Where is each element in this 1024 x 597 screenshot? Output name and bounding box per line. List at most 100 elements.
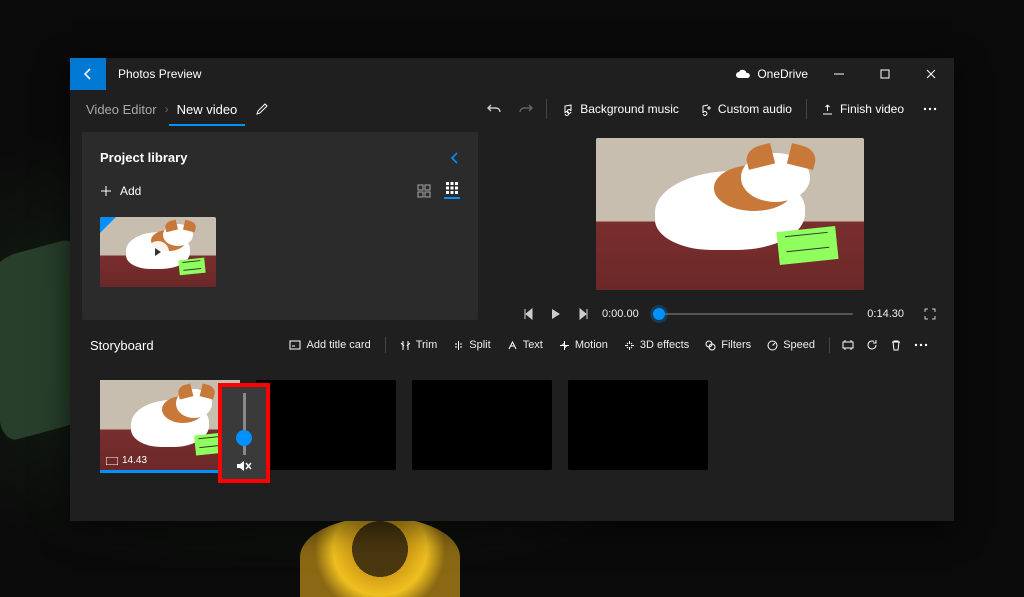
volume-slider-track[interactable] — [243, 393, 246, 455]
storyboard-clip-2[interactable] — [256, 380, 396, 470]
frame-forward-button[interactable] — [576, 308, 588, 320]
grid-large-view-button[interactable] — [444, 183, 460, 199]
audio-plus-icon — [699, 103, 712, 116]
resize-button[interactable] — [836, 332, 860, 358]
library-clip-thumbnail[interactable] — [100, 217, 216, 287]
undo-icon — [487, 102, 501, 116]
trim-icon — [400, 340, 411, 351]
storyboard-clip-4[interactable] — [568, 380, 708, 470]
filters-label: Filters — [721, 339, 751, 351]
3d-effects-label: 3D effects — [640, 339, 689, 351]
speaker-mute-icon — [236, 459, 252, 473]
clip-duration-text: 14.43 — [122, 455, 147, 466]
onedrive-status[interactable]: OneDrive — [727, 67, 816, 81]
arrow-left-icon — [81, 67, 95, 81]
delete-clip-button[interactable] — [884, 332, 908, 358]
add-label: Add — [120, 184, 141, 198]
play-icon — [550, 308, 562, 320]
collapse-library-button[interactable] — [450, 151, 460, 165]
text-button[interactable]: Text — [499, 332, 551, 358]
grid-large-icon — [445, 181, 459, 195]
3d-effects-button[interactable]: 3D effects — [616, 332, 697, 358]
more-options-button[interactable] — [914, 93, 946, 125]
titlebar: Photos Preview OneDrive — [70, 58, 954, 90]
volume-slider-handle[interactable] — [236, 430, 252, 446]
filters-icon — [705, 340, 716, 351]
chevron-left-icon — [450, 151, 460, 165]
close-button[interactable] — [908, 58, 954, 90]
rotate-icon — [866, 339, 878, 351]
timeline-handle[interactable] — [653, 308, 665, 320]
close-icon — [926, 69, 936, 79]
timeline-scrubber[interactable] — [653, 313, 854, 315]
pencil-icon — [255, 102, 269, 116]
annotation-highlight-box — [218, 383, 270, 483]
rename-button[interactable] — [255, 102, 269, 116]
separator — [546, 99, 547, 119]
redo-button[interactable] — [510, 93, 542, 125]
photos-preview-window: Photos Preview OneDrive Video Editor › N… — [70, 58, 954, 521]
clip-duration-badge: 14.43 — [106, 455, 147, 466]
breadcrumb-parent[interactable]: Video Editor — [78, 102, 165, 117]
preview-player[interactable] — [596, 138, 864, 290]
text-icon — [507, 340, 518, 351]
minimize-button[interactable] — [816, 58, 862, 90]
motion-icon — [559, 340, 570, 351]
onedrive-label: OneDrive — [757, 67, 808, 81]
split-label: Split — [469, 339, 490, 351]
play-button[interactable] — [550, 308, 562, 320]
grid-small-view-button[interactable] — [416, 183, 432, 199]
maximize-button[interactable] — [862, 58, 908, 90]
music-icon — [561, 103, 574, 116]
text-label: Text — [523, 339, 543, 351]
storyboard-strip: 14.43 — [70, 362, 954, 488]
step-forward-icon — [576, 308, 588, 320]
storyboard-more-button[interactable] — [908, 332, 934, 358]
trim-button[interactable]: Trim — [392, 332, 446, 358]
command-bar: Video Editor › New video Background musi… — [70, 90, 954, 128]
storyboard-clip-3[interactable] — [412, 380, 552, 470]
ellipsis-icon — [914, 343, 928, 347]
frame-back-button[interactable] — [524, 308, 536, 320]
export-icon — [821, 103, 834, 116]
grid-small-icon — [417, 184, 431, 198]
storyboard-title: Storyboard — [90, 338, 154, 353]
playback-controls: 0:00.00 0:14.30 — [518, 308, 942, 320]
sparkle-icon — [624, 340, 635, 351]
add-media-button[interactable]: Add — [100, 184, 141, 198]
add-title-card-button[interactable]: Add title card — [281, 332, 378, 358]
library-view-toggle — [416, 183, 460, 199]
back-button[interactable] — [70, 58, 106, 90]
split-button[interactable]: Split — [445, 332, 498, 358]
undo-button[interactable] — [478, 93, 510, 125]
play-overlay-icon — [147, 241, 169, 263]
rotate-button[interactable] — [860, 332, 884, 358]
step-back-icon — [524, 308, 536, 320]
cloud-icon — [735, 69, 751, 79]
minimize-icon — [834, 69, 844, 79]
finish-video-button[interactable]: Finish video — [811, 93, 914, 125]
separator — [829, 337, 830, 353]
trim-label: Trim — [416, 339, 438, 351]
window-title: Photos Preview — [106, 67, 213, 81]
breadcrumb-current[interactable]: New video — [169, 102, 246, 126]
window-controls — [816, 58, 954, 90]
bg-music-label: Background music — [580, 102, 679, 116]
separator — [806, 99, 807, 119]
ellipsis-icon — [923, 107, 937, 111]
custom-audio-button[interactable]: Custom audio — [689, 93, 802, 125]
speed-icon — [767, 340, 778, 351]
in-use-indicator — [100, 217, 116, 233]
separator — [385, 337, 386, 353]
fullscreen-button[interactable] — [924, 308, 936, 320]
main-area: Project library Add — [70, 128, 954, 521]
fullscreen-icon — [924, 308, 936, 320]
mute-button[interactable] — [236, 459, 252, 473]
custom-audio-label: Custom audio — [718, 102, 792, 116]
clip-progress-bar — [100, 470, 223, 473]
filters-button[interactable]: Filters — [697, 332, 759, 358]
motion-button[interactable]: Motion — [551, 332, 616, 358]
add-title-card-label: Add title card — [306, 339, 370, 351]
background-music-button[interactable]: Background music — [551, 93, 689, 125]
speed-button[interactable]: Speed — [759, 332, 823, 358]
